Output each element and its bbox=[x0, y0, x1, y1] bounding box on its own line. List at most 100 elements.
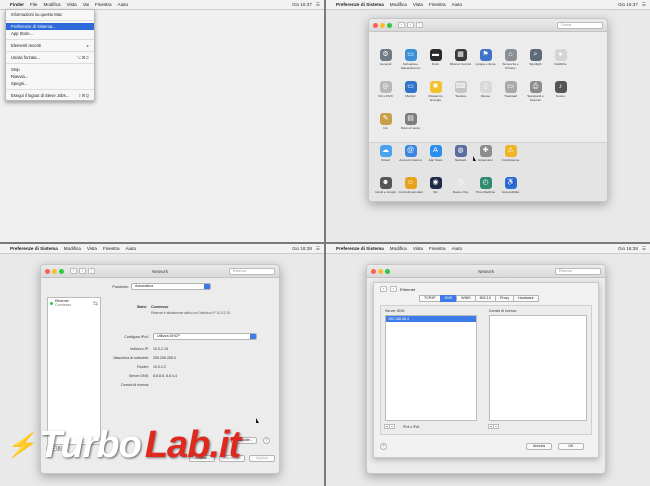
pref-pane-users[interactable]: ☻ Utenti e Gruppi bbox=[373, 174, 398, 201]
menu-modifica[interactable]: Modifica bbox=[43, 2, 60, 7]
pref-pane-monitor[interactable]: ▭ Monitor bbox=[398, 78, 423, 110]
service-item-ethernet[interactable]: Ethernet Connesso ⇆ bbox=[48, 298, 100, 310]
apple-menu-item[interactable]: Stop bbox=[6, 66, 94, 73]
apply-button[interactable]: Applica bbox=[249, 455, 275, 462]
dns-server-entry[interactable]: 192.168.56.3 bbox=[386, 316, 476, 322]
pref-pane-mission-control[interactable]: ▦ Mission Control bbox=[448, 46, 473, 78]
search-input[interactable]: Cerca bbox=[557, 22, 603, 29]
pref-pane-clock[interactable]: ◷ Data e Ora bbox=[448, 174, 473, 201]
zoom-button[interactable] bbox=[387, 22, 392, 28]
forward-button[interactable]: › bbox=[79, 268, 86, 274]
menu-modifica[interactable]: Modifica bbox=[390, 2, 407, 7]
pref-pane-cloud[interactable]: ☁ iCloud bbox=[373, 142, 398, 174]
pref-pane-printer[interactable]: ⎙ Stampanti e Scanner bbox=[523, 78, 548, 110]
clock[interactable]: Gio 16:37 bbox=[292, 2, 312, 7]
configure-ipv4-select[interactable]: Utilizza DHCP bbox=[153, 333, 257, 340]
pref-pane-puzzle[interactable]: ✚ Estensioni bbox=[473, 142, 498, 174]
tab-tcpip[interactable]: TCP/IP bbox=[419, 295, 441, 302]
close-button[interactable] bbox=[371, 268, 376, 274]
tab-proxy[interactable]: Proxy bbox=[494, 295, 515, 302]
search-input[interactable]: Ricerca bbox=[229, 268, 275, 275]
apple-menu-item[interactable]: Spegni... bbox=[6, 80, 94, 87]
menu-finestra[interactable]: Finestra bbox=[429, 2, 446, 7]
pref-pane-desktop[interactable]: ▭ Scrivania e Salvaschermo bbox=[398, 46, 423, 78]
forward-button[interactable]: › bbox=[407, 22, 414, 28]
menu-vista[interactable]: Vista bbox=[413, 2, 423, 7]
pref-pane-accessibility[interactable]: ♿ Accessibilità bbox=[498, 174, 523, 201]
pref-pane-share[interactable]: ⚠ Condivisione bbox=[498, 142, 523, 174]
pref-pane-parental[interactable]: ☺ Controlli parentali bbox=[398, 174, 423, 201]
pref-pane-at[interactable]: @ Account Internet bbox=[398, 142, 423, 174]
apple-menu-item[interactable]: Riavvia... bbox=[6, 73, 94, 80]
search-domains-list[interactable] bbox=[489, 315, 587, 421]
pref-pane-notification[interactable]: ● Notifiche bbox=[548, 46, 573, 78]
menu-aiuto[interactable]: Aiuto bbox=[452, 246, 462, 251]
pref-pane-bulb[interactable]: ✺ Risparmio Energia bbox=[423, 78, 448, 110]
menu-app-name[interactable]: Preferenze di Sistema bbox=[10, 246, 58, 251]
zoom-button[interactable] bbox=[385, 268, 390, 274]
menu-finestra[interactable]: Finestra bbox=[429, 246, 446, 251]
remove-dns-button[interactable]: − bbox=[389, 424, 395, 429]
menu-vista[interactable]: Vista bbox=[413, 246, 423, 251]
close-button[interactable] bbox=[45, 268, 50, 274]
zoom-button[interactable] bbox=[59, 268, 64, 274]
apple-menu-item[interactable]: Preferenze di Sistema... bbox=[6, 23, 94, 30]
clock[interactable]: Gio 16:37 bbox=[618, 2, 638, 7]
list-icon[interactable]: ☰ bbox=[642, 246, 646, 252]
service-list[interactable]: Ethernet Connesso ⇆ bbox=[47, 297, 101, 445]
menu-aiuto[interactable]: Aiuto bbox=[452, 2, 462, 7]
pref-pane-magnifier[interactable]: ⌕ Spotlight bbox=[523, 46, 548, 78]
list-icon[interactable]: ☰ bbox=[642, 2, 646, 8]
pref-pane-speaker[interactable]: ♪ Suono bbox=[548, 78, 573, 110]
minimize-button[interactable] bbox=[380, 22, 385, 28]
menu-app-name[interactable]: Finder bbox=[10, 2, 24, 7]
apple-menu-item[interactable]: Elementi recenti ▸ bbox=[6, 42, 94, 49]
tab-dns[interactable]: DNS bbox=[439, 295, 458, 302]
sheet-back-icon[interactable]: ‹ bbox=[380, 286, 387, 292]
pref-pane-siri[interactable]: ◉ Siri bbox=[423, 174, 448, 201]
menu-app-name[interactable]: Preferenze di Sistema bbox=[336, 246, 384, 251]
pref-pane-drive[interactable]: ▤ Disco di avvio bbox=[398, 110, 423, 142]
back-button[interactable]: ‹ bbox=[70, 268, 77, 274]
location-select[interactable]: Automatica bbox=[131, 283, 211, 290]
pref-pane-trackpad[interactable]: ▭ Trackpad bbox=[498, 78, 523, 110]
cancel-button[interactable]: Annulla bbox=[526, 443, 552, 450]
tab-8021x[interactable]: 802.1X bbox=[474, 295, 496, 302]
menu-vista[interactable]: Vista bbox=[87, 246, 97, 251]
apple-menu-item[interactable]: Uscita forzata... ⌥⌘⎋ bbox=[6, 54, 94, 61]
menu-app-name[interactable]: Preferenze di Sistema bbox=[336, 2, 384, 7]
menu-modifica[interactable]: Modifica bbox=[390, 246, 407, 251]
pref-pane-timemachine[interactable]: ◴ Time Machine bbox=[473, 174, 498, 201]
menu-aiuto[interactable]: Aiuto bbox=[118, 2, 128, 7]
menu-vista[interactable]: Vista bbox=[67, 2, 77, 7]
minimize-button[interactable] bbox=[378, 268, 383, 274]
pref-pane-globe[interactable]: ◍ Network bbox=[448, 142, 473, 174]
tab-hardware[interactable]: Hardware bbox=[513, 295, 539, 302]
list-icon[interactable]: ☰ bbox=[316, 2, 320, 8]
close-button[interactable] bbox=[373, 22, 378, 28]
apple-menu-item[interactable]: Esegui il logout di Steve Jobs... ⇧⌘Q bbox=[6, 92, 94, 99]
pref-pane-house-lock[interactable]: ⌂ Sicurezza e Privacy bbox=[498, 46, 523, 78]
pref-pane-keyboard[interactable]: ⌨ Tastiera bbox=[448, 78, 473, 110]
pref-pane-dock[interactable]: ▬ Dock bbox=[423, 46, 448, 78]
back-button[interactable]: ‹ bbox=[398, 22, 405, 28]
ok-button[interactable]: OK bbox=[558, 443, 584, 450]
menu-vai[interactable]: Vai bbox=[83, 2, 89, 7]
menu-file[interactable]: File bbox=[30, 2, 37, 7]
menu-aiuto[interactable]: Aiuto bbox=[126, 246, 136, 251]
dns-server-list[interactable]: 192.168.56.3 bbox=[385, 315, 477, 421]
sheet-forward-icon[interactable]: › bbox=[390, 286, 397, 292]
list-icon[interactable]: ☰ bbox=[316, 246, 320, 252]
clock[interactable]: Gio 16:38 bbox=[618, 246, 638, 251]
pref-pane-disc[interactable]: ◎ CD e DVD bbox=[373, 78, 398, 110]
pref-pane-flag[interactable]: ⚑ Lingua e Zona bbox=[473, 46, 498, 78]
remove-domain-button[interactable]: − bbox=[493, 424, 499, 429]
show-all-button[interactable]: ⋮ bbox=[88, 268, 95, 274]
pref-pane-gear[interactable]: ⚙ Generali bbox=[373, 46, 398, 78]
apple-menu-item[interactable]: App Store... bbox=[6, 30, 94, 37]
pref-pane-mouse[interactable]: ▯ Mouse bbox=[473, 78, 498, 110]
pref-pane-pen[interactable]: ✎ Ink bbox=[373, 110, 398, 142]
tab-wins[interactable]: WINS bbox=[456, 295, 476, 302]
help-button[interactable]: ? bbox=[263, 437, 270, 444]
apple-menu-item[interactable]: Informazioni su questo Mac bbox=[6, 11, 94, 18]
